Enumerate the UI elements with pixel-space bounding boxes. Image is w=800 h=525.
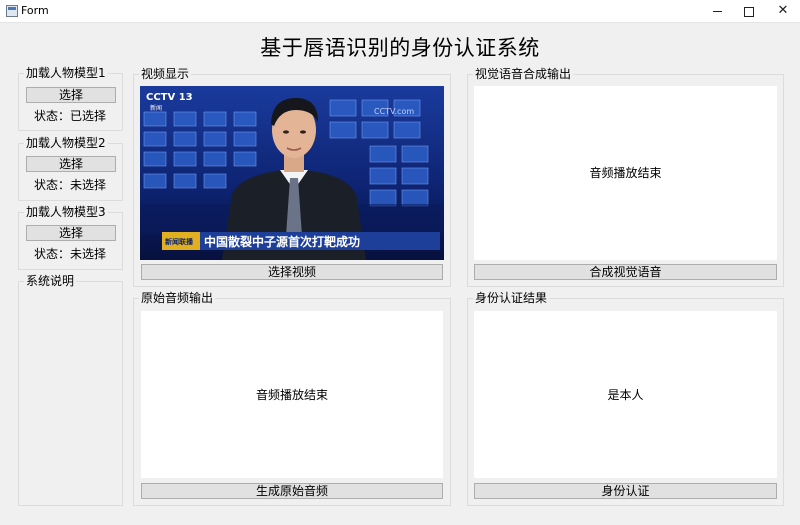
auth-title: 身份认证结果 [473, 291, 550, 306]
news-caption: 中国散裂中子源首次打靶成功 [204, 234, 360, 249]
synthesize-speech-button[interactable]: 合成视觉语音 [474, 264, 777, 280]
model2-title: 加载人物模型2 [24, 136, 108, 151]
model1-select-button[interactable]: 选择 [26, 87, 116, 103]
news-anchor-image: CCTV 13 新闻 CCTV.com 新闻联播 中国散裂中子源首次打靶成功 [140, 86, 444, 260]
original-audio-title: 原始音频输出 [139, 291, 216, 306]
window-titlebar: Form ✕ [0, 0, 800, 23]
auth-result-text: 是本人 [607, 388, 644, 402]
original-audio-panel: 音频播放结束 [141, 311, 443, 478]
video-frame: CCTV 13 新闻 CCTV.com 新闻联播 中国散裂中子源首次打靶成功 [140, 86, 444, 260]
video-title: 视频显示 [139, 67, 192, 82]
model1-title: 加载人物模型1 [24, 66, 108, 81]
minimize-icon[interactable] [700, 0, 734, 22]
app-icon [6, 5, 18, 17]
generate-original-audio-button[interactable]: 生成原始音频 [141, 483, 443, 499]
channel-logo: CCTV 13 [146, 92, 193, 103]
original-audio-status: 音频播放结束 [255, 388, 328, 402]
maximize-icon[interactable] [732, 0, 766, 22]
system-info-title: 系统说明 [24, 274, 77, 289]
page-title: 基于唇语识别的身份认证系统 [260, 36, 540, 60]
model3-select-button[interactable]: 选择 [26, 225, 116, 241]
model2-status: 状态：未选择 [33, 178, 106, 192]
system-info-group [18, 281, 123, 506]
close-icon[interactable]: ✕ [766, 0, 800, 22]
model3-title: 加载人物模型3 [24, 205, 108, 220]
watermark: CCTV.com [374, 107, 414, 116]
model3-status: 状态：未选择 [33, 247, 106, 261]
synth-panel: 音频播放结束 [474, 86, 777, 260]
window-title: Form [21, 4, 49, 17]
select-video-button[interactable]: 选择视频 [141, 264, 443, 280]
authenticate-button[interactable]: 身份认证 [474, 483, 777, 499]
auth-panel: 是本人 [474, 311, 777, 478]
synth-status: 音频播放结束 [589, 166, 662, 180]
model2-select-button[interactable]: 选择 [26, 156, 116, 172]
model1-status: 状态：已选择 [33, 109, 106, 123]
synth-title: 视觉语音合成输出 [473, 67, 574, 82]
channel-subtitle: 新闻 [150, 104, 162, 112]
news-badge: 新闻联播 [165, 237, 194, 246]
